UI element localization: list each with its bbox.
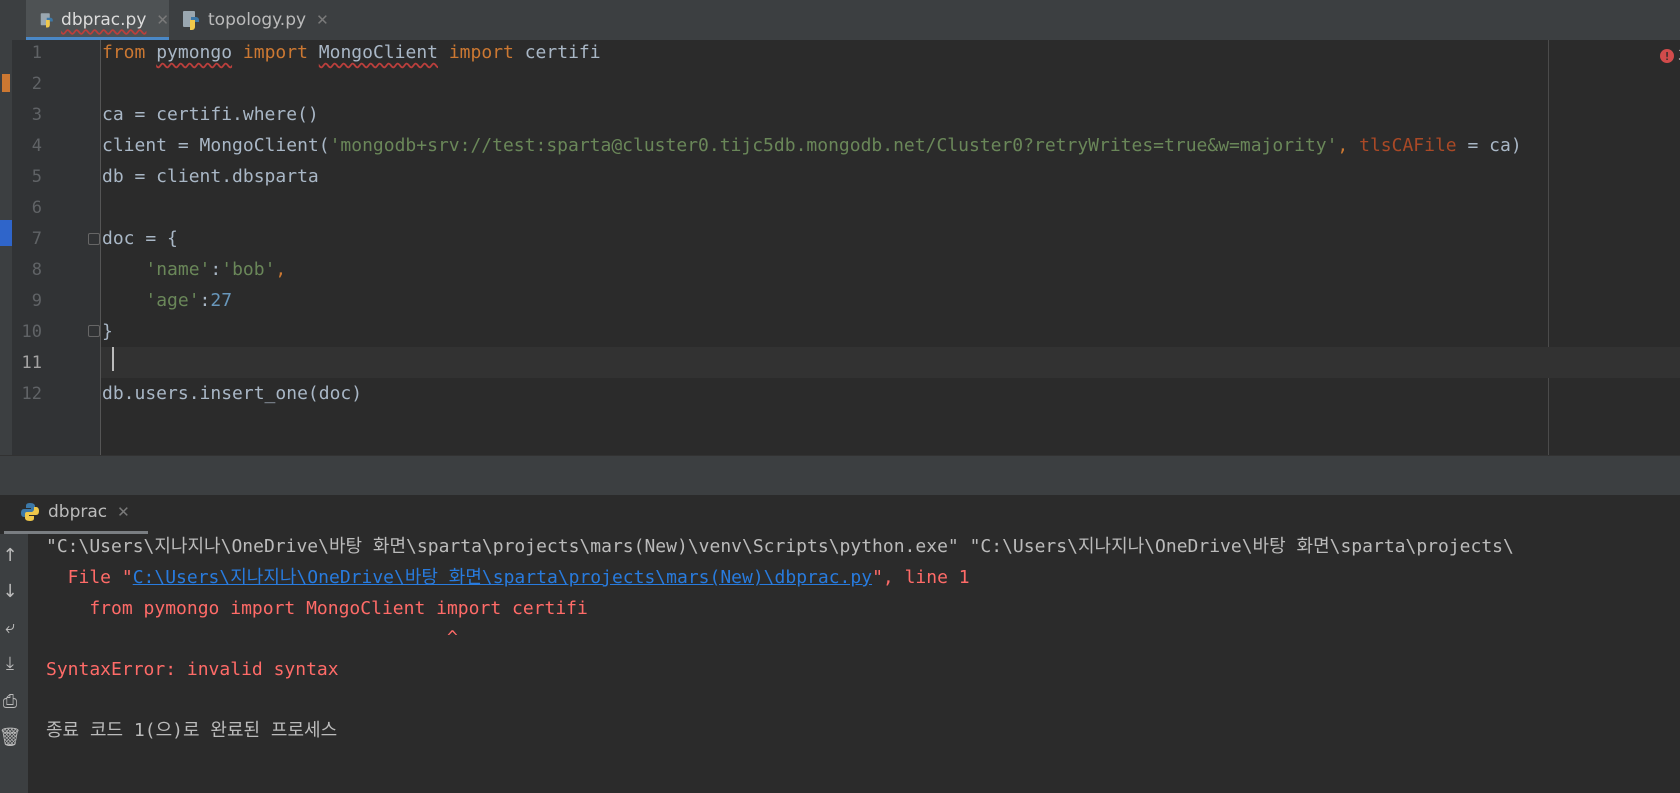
python-file-icon [183,11,199,30]
line-number-gutter: 1 2 3 4 5 6 7 8 9 10 11 12 [12,40,100,455]
error-indicator[interactable]: ! 3 [1660,48,1680,64]
fold-marker[interactable] [88,233,100,245]
gutter-separator [100,40,101,455]
line-number: 2 [31,74,42,94]
console-toolbar: ↑ ↓ ⤶ ⤓ ⎙ 🗑 [0,534,28,793]
console-command-line: "C:\Users\지나지나\OneDrive\바탕 화면\sparta\pro… [46,536,1514,557]
line-number: 7 [31,229,42,249]
run-console[interactable]: "C:\Users\지나지나\OneDrive\바탕 화면\sparta\pro… [28,534,1680,793]
fold-marker[interactable] [88,325,100,337]
right-margin-guide [1548,40,1549,455]
splitter[interactable] [0,455,1680,456]
code-line: from pymongo import MongoClient import c… [102,42,601,63]
current-line-highlight [101,347,1680,378]
tab-dbprac[interactable]: dbprac.py ✕ [26,0,169,40]
code-line: } [102,321,113,342]
close-icon[interactable]: ✕ [156,11,169,29]
line-number: 3 [31,105,42,125]
run-tab-dbprac[interactable]: dbprac ✕ [12,493,147,531]
arrow-up-icon[interactable]: ↑ [0,544,20,566]
print-icon[interactable]: ⎙ [0,690,20,712]
python-icon [21,503,39,521]
run-tab-label: dbprac [48,502,108,522]
console-traceback-code: from pymongo import MongoClient import c… [46,598,588,619]
arrow-down-icon[interactable]: ↓ [0,580,20,602]
panel-selection [0,220,12,246]
line-number: 9 [31,291,42,311]
close-icon[interactable]: ✕ [316,11,329,29]
soft-wrap-icon[interactable]: ⤶ [0,616,20,638]
code-line: client = MongoClient('mongodb+srv://test… [102,135,1522,156]
console-exit-message: 종료 코드 1(으)로 완료된 프로세스 [46,720,338,741]
tool-window-header [0,455,1680,495]
line-number: 6 [31,198,42,218]
code-line: 'name':'bob', [145,259,287,280]
python-file-icon [40,13,53,28]
code-line: doc = { [102,228,178,249]
tab-topology[interactable]: topology.py ✕ [182,0,352,40]
code-line: ca = certifi.where() [102,104,319,125]
scroll-to-end-icon[interactable]: ⤓ [0,652,20,674]
tab-label: topology.py [208,10,307,30]
trash-icon[interactable]: 🗑 [0,726,21,748]
line-number: 5 [31,167,42,187]
line-number: 10 [21,322,42,342]
tab-label: dbprac.py [61,10,147,30]
panel-marker [2,74,10,92]
code-line: 'age':27 [145,290,233,311]
line-number: 8 [31,260,42,280]
code-line: db = client.dbsparta [102,166,319,187]
file-link[interactable]: C:\Users\지나지나\OneDrive\바탕 화면\sparta\proj… [133,567,872,588]
line-number-current: 11 [21,353,42,373]
line-number: 12 [21,384,42,404]
console-error-caret: ^ [46,627,458,648]
console-traceback-file: File "C:\Users\지나지나\OneDrive\바탕 화면\spart… [46,567,970,588]
project-panel-edge [0,0,12,495]
text-caret [112,347,114,371]
editor-tab-bar: dbprac.py ✕ topology.py ✕ [12,0,1680,41]
line-number: 1 [31,43,42,63]
console-error-message: SyntaxError: invalid syntax [46,659,339,680]
line-number: 4 [31,136,42,156]
code-editor[interactable]: 1 2 3 4 5 6 7 8 9 10 11 12 ! 3 from pymo… [12,40,1680,455]
error-icon: ! [1660,49,1674,63]
code-line: db.users.insert_one(doc) [102,383,363,404]
close-icon[interactable]: ✕ [117,503,130,521]
